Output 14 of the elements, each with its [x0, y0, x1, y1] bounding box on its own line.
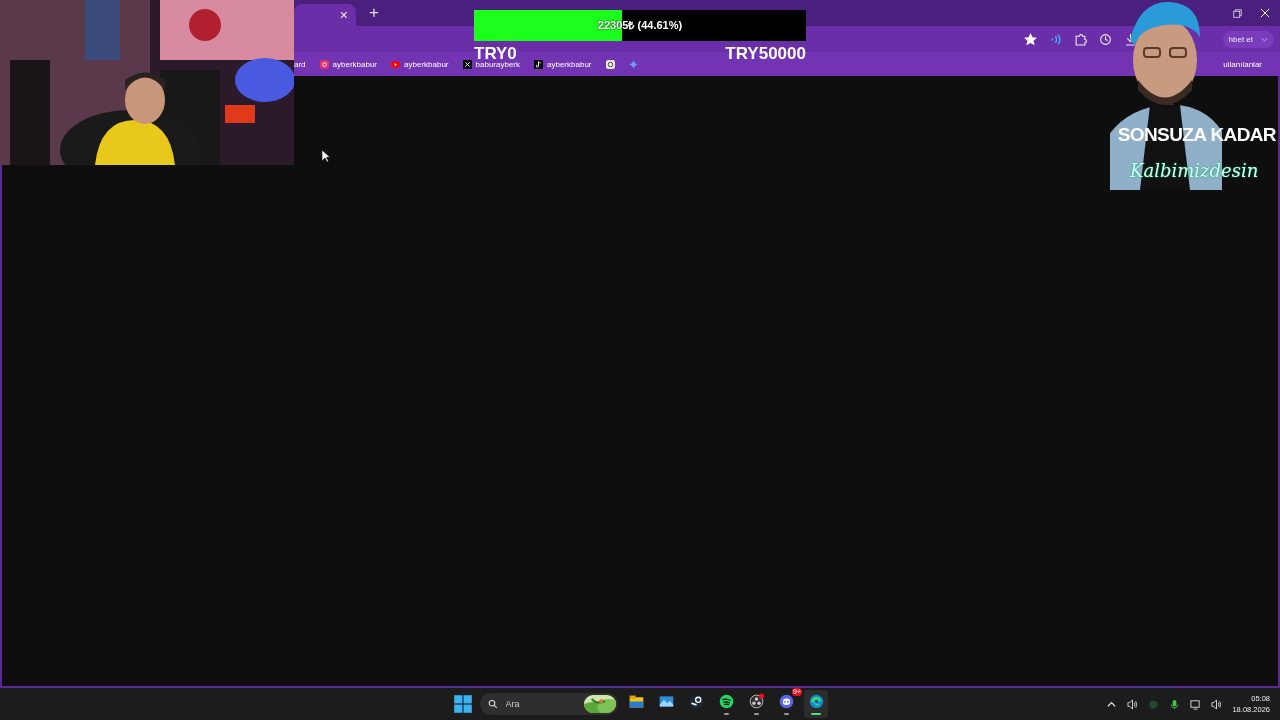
goal-max-label: TRY50000	[725, 47, 806, 61]
new-tab-button[interactable]: +	[366, 3, 382, 23]
tab-close-button[interactable]: ×	[337, 7, 350, 23]
browser-tab[interactable]: ×	[294, 4, 356, 26]
bookmark-item[interactable]: ard	[294, 59, 306, 69]
bookmark-item[interactable]: ayberkbabur	[391, 59, 449, 69]
search-input[interactable]: Ara	[503, 698, 578, 710]
bookmark-item[interactable]: ayberkbabur	[319, 59, 378, 69]
other-bookmarks-link[interactable]: ullanılanlar	[1217, 58, 1268, 70]
goal-min-label: TRY0	[474, 47, 517, 61]
bookmark-item[interactable]: baburayberk	[462, 59, 520, 69]
chat-button[interactable]: hbet et	[1222, 30, 1274, 48]
bookmark-item[interactable]: ayberkbabur	[534, 59, 592, 69]
search-bar[interactable]: Ara	[480, 693, 618, 715]
